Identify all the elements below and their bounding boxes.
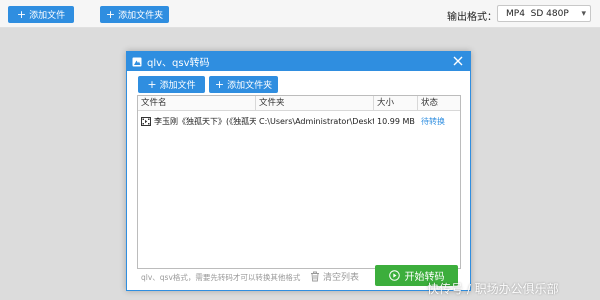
cell-size: 10.99 MB bbox=[377, 117, 415, 126]
cell-filename: 李玉刚《独孤天下》(《独孤天 bbox=[138, 116, 256, 127]
footer-note: qlv、qsv格式，需要先转码才可以转换其他格式 bbox=[141, 273, 301, 282]
chevron-down-icon: ▾ bbox=[581, 9, 586, 19]
trash-icon bbox=[311, 271, 319, 281]
header-filename[interactable]: 文件名 bbox=[138, 96, 256, 110]
dialog-add-file-label: 添加文件 bbox=[159, 81, 196, 91]
file-name: 李玉刚《独孤天下》(《独孤天 bbox=[154, 117, 256, 126]
output-format-value: MP4 SD 480P bbox=[506, 8, 569, 19]
film-icon bbox=[141, 117, 151, 126]
add-folder-button[interactable]: + 添加文件夹 bbox=[100, 6, 169, 23]
close-icon[interactable] bbox=[451, 54, 465, 68]
table-row[interactable]: 李玉刚《独孤天下》(《独孤天 C:\Users\Administrator\De… bbox=[138, 113, 460, 130]
add-file-label: 添加文件 bbox=[29, 11, 66, 21]
qlv-convert-dialog: qlv、qsv转码 + 添加文件 + 添加文件夹 文件名 文件夹 大小 状态 李… bbox=[126, 51, 471, 291]
dialog-add-file-button[interactable]: + 添加文件 bbox=[138, 76, 205, 93]
plus-icon: + bbox=[214, 78, 225, 91]
table-header: 文件名 文件夹 大小 状态 bbox=[138, 96, 460, 111]
header-folder[interactable]: 文件夹 bbox=[256, 96, 374, 110]
header-status[interactable]: 状态 bbox=[418, 96, 460, 110]
file-table: 文件名 文件夹 大小 状态 李玉刚《独孤天下》(《独孤天 C:\Users\Ad… bbox=[137, 95, 461, 269]
dialog-add-folder-label: 添加文件夹 bbox=[227, 81, 273, 91]
output-format-label: 输出格式： bbox=[447, 12, 497, 23]
watermark-text: 快传号 / 职场办公俱乐部 bbox=[427, 282, 559, 296]
plus-icon: + bbox=[105, 8, 116, 21]
add-folder-label: 添加文件夹 bbox=[118, 11, 164, 21]
add-file-button[interactable]: + 添加文件 bbox=[8, 6, 74, 23]
cell-folder: C:\Users\Administrator\Desktop bbox=[259, 117, 374, 126]
dialog-add-folder-button[interactable]: + 添加文件夹 bbox=[209, 76, 278, 93]
plus-icon: + bbox=[147, 78, 157, 91]
app-icon bbox=[132, 57, 142, 67]
play-icon bbox=[388, 270, 400, 281]
output-format-select[interactable]: MP4 SD 480P ▾ bbox=[497, 5, 591, 22]
dialog-title: qlv、qsv转码 bbox=[147, 58, 210, 69]
top-toolbar: + 添加文件 + 添加文件夹 输出格式： MP4 SD 480P ▾ bbox=[0, 0, 600, 28]
clear-list-label: 清空列表 bbox=[323, 272, 360, 283]
header-size[interactable]: 大小 bbox=[374, 96, 418, 110]
plus-icon: + bbox=[16, 8, 27, 21]
clear-list-button[interactable]: 清空列表 bbox=[310, 269, 359, 283]
cell-status: 待转换 bbox=[421, 117, 445, 126]
dialog-title-bar: qlv、qsv转码 bbox=[127, 52, 470, 71]
